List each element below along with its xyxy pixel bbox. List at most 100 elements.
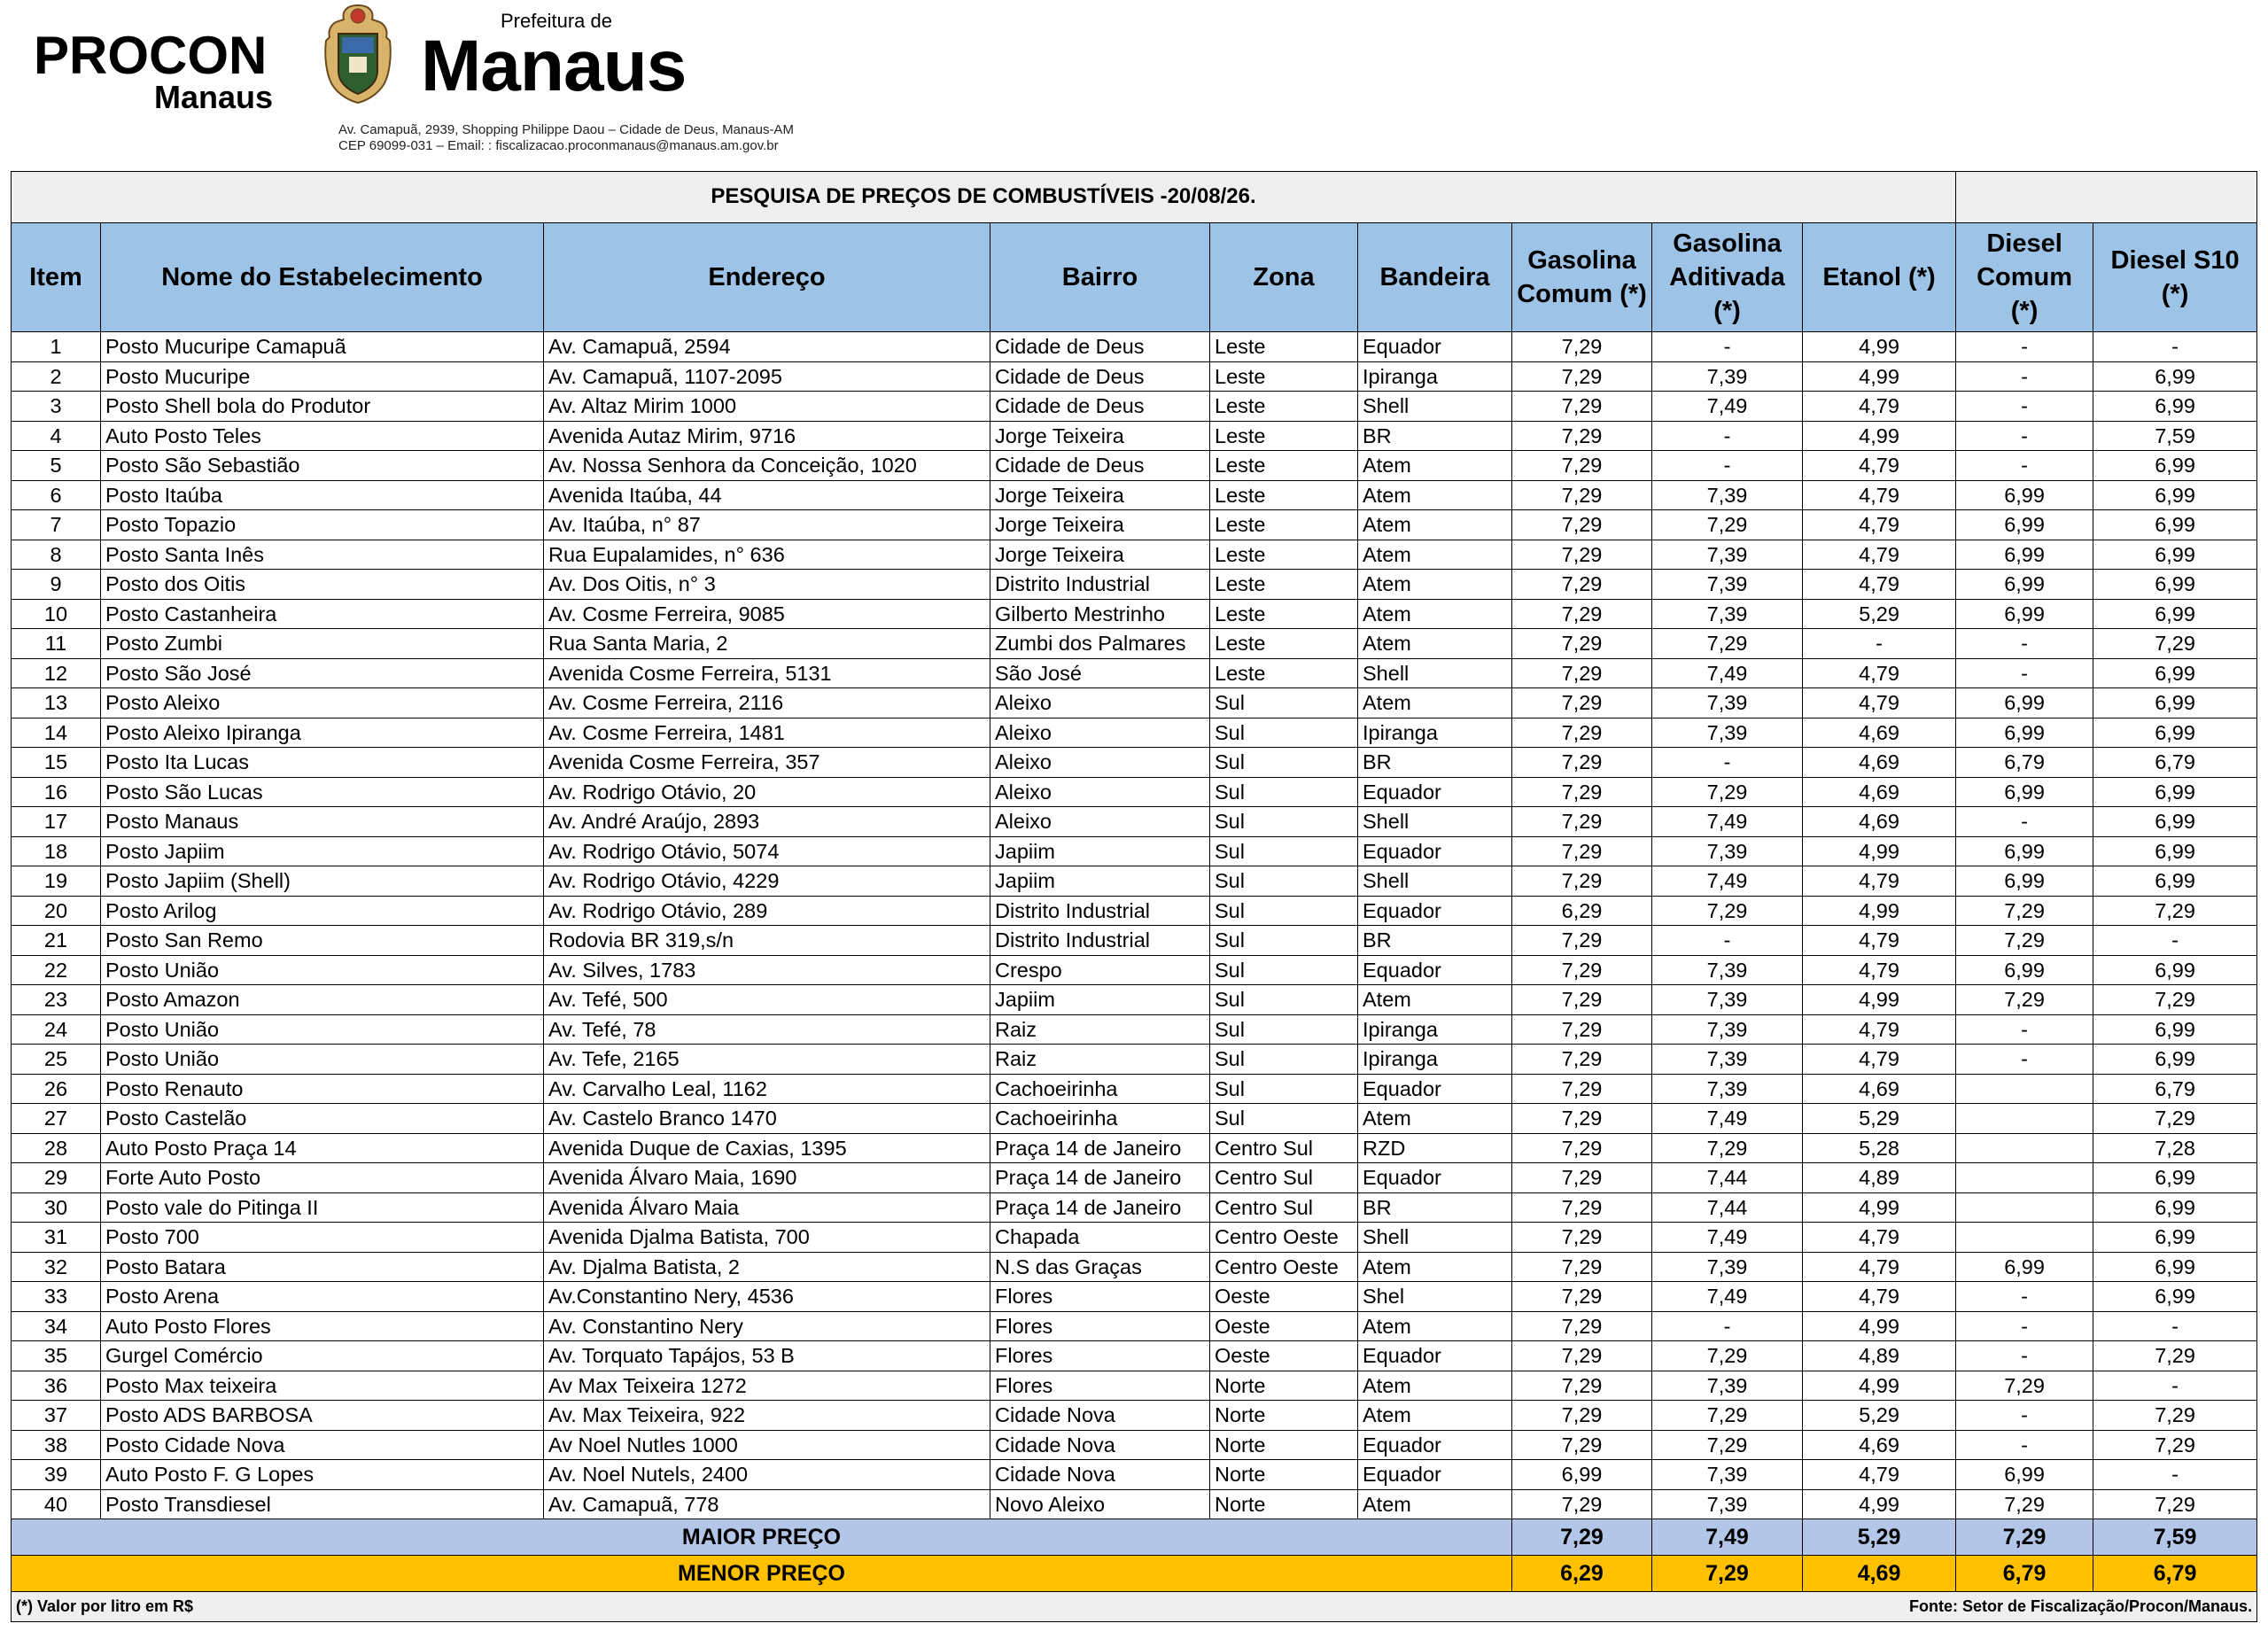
cell-diesel: 7,29	[1955, 895, 2094, 926]
table-row: 32 Posto Batara Av. Djalma Batista, 2 N.S d…	[11, 1251, 2258, 1282]
cell-gasoline-additive: -	[1651, 331, 1803, 362]
cell-name: Posto Zumbi	[100, 628, 544, 659]
cell-gasoline-additive: 7,49	[1651, 657, 1803, 688]
cell-gasoline: 6,99	[1511, 1459, 1652, 1490]
cell-address: Av. Camapuã, 2594	[543, 331, 990, 362]
cell-gasoline: 7,29	[1511, 1192, 1652, 1223]
cell-name: Posto Max teixeira	[100, 1370, 544, 1401]
cell-gasoline: 7,29	[1511, 1073, 1652, 1104]
cell-name: Posto Renauto	[100, 1073, 544, 1104]
cell-item: 18	[11, 835, 101, 866]
cell-brand: BR	[1357, 747, 1512, 778]
cell-gasoline: 7,29	[1511, 747, 1652, 778]
cell-diesel-s10: 6,99	[2093, 450, 2258, 481]
cell-address: Avenida Djalma Batista, 700	[543, 1222, 990, 1253]
table-body: 1 Posto Mucuripe Camapuã Av. Camapuã, 2594…	[11, 331, 2258, 1519]
cell-zone: Centro Sul	[1209, 1162, 1358, 1193]
table-row: 36 Posto Max teixeira Av Max Teixeira 1272…	[11, 1370, 2258, 1401]
cell-zone: Leste	[1209, 450, 1358, 481]
cell-name: Posto Aleixo Ipiranga	[100, 717, 544, 748]
cell-diesel: 6,99	[1955, 509, 2094, 540]
max-price-gasoline: 7,29	[1511, 1519, 1652, 1556]
cell-address: Av Noel Nutles 1000	[543, 1429, 990, 1460]
cell-ethanol: 4,69	[1801, 717, 1957, 748]
cell-diesel: -	[1955, 1044, 2094, 1075]
cell-item: 38	[11, 1429, 101, 1460]
cell-diesel: -	[1955, 1400, 2094, 1431]
cell-brand: Atem	[1357, 1310, 1512, 1341]
cell-diesel-s10: 6,99	[2093, 866, 2258, 897]
cell-ethanol: 4,99	[1801, 1192, 1957, 1223]
cell-diesel: 6,99	[1955, 479, 2094, 510]
cell-zone: Leste	[1209, 598, 1358, 629]
cell-neighborhood: Praça 14 de Janeiro	[990, 1132, 1210, 1163]
cell-diesel-s10: 6,99	[2093, 479, 2258, 510]
table-row: 10 Posto Castanheira Av. Cosme Ferreira, 9…	[11, 598, 2258, 629]
cell-diesel: 7,29	[1955, 1488, 2094, 1519]
cell-gasoline-additive: -	[1651, 450, 1803, 481]
cell-diesel-s10: 7,29	[2093, 628, 2258, 659]
cell-name: Posto União	[100, 954, 544, 985]
cell-neighborhood: N.S das Graças	[990, 1251, 1210, 1282]
cell-diesel: 6,99	[1955, 835, 2094, 866]
cell-item: 7	[11, 509, 101, 540]
cell-name: Posto Transdiesel	[100, 1488, 544, 1519]
cell-brand: Ipiranga	[1357, 717, 1512, 748]
cell-gasoline-additive: 7,29	[1651, 895, 1803, 926]
cell-item: 20	[11, 895, 101, 926]
cell-brand: Atem	[1357, 479, 1512, 510]
cell-item: 3	[11, 391, 101, 422]
cell-diesel: 7,29	[1955, 1370, 2094, 1401]
cell-zone: Centro Oeste	[1209, 1251, 1358, 1282]
table-row: 8 Posto Santa Inês Rua Eupalamides, n° 636…	[11, 539, 2258, 570]
address-block: Av. Camapuã, 2939, Shopping Philippe Dao…	[338, 122, 794, 154]
cell-ethanol: 4,79	[1801, 687, 1957, 719]
cell-brand: Ipiranga	[1357, 361, 1512, 392]
cell-neighborhood: Raiz	[990, 1044, 1210, 1075]
cell-address: Av. Castelo Branco 1470	[543, 1103, 990, 1134]
cell-ethanol: 4,79	[1801, 1281, 1957, 1312]
col-header-address: Endereço	[543, 222, 990, 332]
cell-ethanol: 4,89	[1801, 1340, 1957, 1371]
cell-diesel: 6,99	[1955, 717, 2094, 748]
cell-gasoline-additive: 7,39	[1651, 835, 1803, 866]
cell-brand: Atem	[1357, 687, 1512, 719]
cell-name: Posto União	[100, 1014, 544, 1045]
cell-neighborhood: Aleixo	[990, 776, 1210, 807]
cell-address: Avenida Itaúba, 44	[543, 479, 990, 510]
cell-item: 29	[11, 1162, 101, 1193]
cell-diesel: 6,99	[1955, 954, 2094, 985]
procon-logo-title: PROCON	[34, 26, 268, 85]
cell-item: 8	[11, 539, 101, 570]
cell-diesel: -	[1955, 450, 2094, 481]
cell-neighborhood: Flores	[990, 1310, 1210, 1341]
max-price-gasoline-additive: 7,49	[1651, 1519, 1803, 1556]
cell-diesel	[1955, 1103, 2094, 1134]
cell-item: 5	[11, 450, 101, 481]
table-row: 2 Posto Mucuripe Av. Camapuã, 1107-2095 Cid…	[11, 361, 2258, 392]
cell-item: 40	[11, 1488, 101, 1519]
cell-zone: Leste	[1209, 539, 1358, 570]
cell-zone: Sul	[1209, 895, 1358, 926]
price-table: PESQUISA DE PREÇOS DE COMBUSTÍVEIS -20/0…	[10, 171, 2258, 1622]
cell-address: Av. Cosme Ferreira, 1481	[543, 717, 990, 748]
cell-diesel	[1955, 1132, 2094, 1163]
cell-gasoline-additive: 7,49	[1651, 806, 1803, 837]
cell-item: 21	[11, 925, 101, 956]
cell-gasoline: 7,29	[1511, 1429, 1652, 1460]
table-row: 28 Auto Posto Praça 14 Avenida Duque de Ca…	[11, 1132, 2258, 1163]
cell-gasoline: 7,29	[1511, 1340, 1652, 1371]
cell-brand: Equador	[1357, 1459, 1512, 1490]
cell-diesel: 6,99	[1955, 598, 2094, 629]
cell-item: 34	[11, 1310, 101, 1341]
col-header-neighborhood: Bairro	[990, 222, 1210, 332]
cell-neighborhood: Gilberto Mestrinho	[990, 598, 1210, 629]
cell-name: Posto Amazon	[100, 984, 544, 1015]
cell-brand: Equador	[1357, 835, 1512, 866]
max-price-row: MAIOR PREÇO 7,29 7,49 5,29 7,29 7,59	[11, 1519, 2258, 1556]
cell-brand: Shell	[1357, 391, 1512, 422]
cell-gasoline: 7,29	[1511, 954, 1652, 985]
cell-gasoline: 7,29	[1511, 479, 1652, 510]
cell-item: 1	[11, 331, 101, 362]
cell-gasoline-additive: 7,39	[1651, 1073, 1803, 1104]
